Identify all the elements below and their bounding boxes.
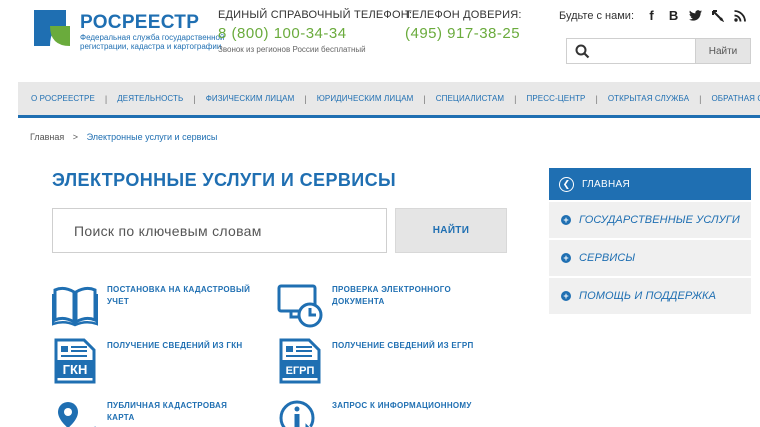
plus-icon: + (561, 215, 571, 225)
nav-item-press-center[interactable]: ПРЕСС-ЦЕНТР (527, 94, 586, 103)
rosreestr-logo-icon (34, 10, 70, 46)
breadcrumb: Главная > Электронные услуги и сервисы (30, 132, 217, 142)
egrp-document-icon: ЕГРП (279, 338, 321, 384)
livejournal-icon[interactable] (711, 9, 725, 22)
sidebar-item-label: СЕРВИСЫ (579, 252, 636, 264)
helpline-note: Звонок из регионов России бесплатный (218, 45, 366, 54)
main-search-input[interactable]: Поиск по ключевым словам (52, 208, 387, 253)
service-document-check[interactable]: ПРОВЕРКА ЭЛЕКТРОННОГО ДОКУМЕНТА (277, 282, 451, 328)
helpline-number[interactable]: 8 (800) 100-34-34 (218, 25, 412, 42)
chevron-left-icon: ❮ (559, 176, 574, 192)
sidebar-item-services[interactable]: + СЕРВИСЫ (549, 240, 751, 276)
gkn-document-icon: ГКН (54, 338, 96, 384)
sidebar-item-help[interactable]: + ПОМОЩЬ И ПОДДЕРЖКА (549, 278, 751, 314)
nav-item-individuals[interactable]: ФИЗИЧЕСКИМ ЛИЦАМ (206, 94, 295, 103)
trust-phone-number[interactable]: (495) 917-38-25 (405, 25, 522, 42)
nav-item-specialists[interactable]: СПЕЦИАЛИСТАМ (436, 94, 504, 103)
header-search-button[interactable]: Найти (695, 39, 750, 63)
sidebar-item-state-services[interactable]: + ГОСУДАРСТВЕННЫЕ УСЛУГИ (549, 202, 751, 238)
nav-separator: | (193, 93, 196, 104)
page-title: ЭЛЕКТРОННЫЕ УСЛУГИ И СЕРВИСЫ (52, 170, 397, 190)
vk-icon[interactable]: B (667, 8, 680, 23)
service-label: ПУБЛИЧНАЯ КАДАСТРОВАЯ КАРТА (107, 401, 228, 422)
service-label: ПОЛУЧЕНИЕ СВЕДЕНИЙ ИЗ ГКН (107, 341, 243, 350)
helpline-block: ЕДИНЫЙ СПРАВОЧНЫЙ ТЕЛЕФОН: 8 (800) 100-3… (218, 9, 412, 54)
sidebar-item-label: ГЛАВНАЯ (582, 178, 630, 190)
service-label: ЗАПРОС К ИНФОРМАЦИОННОМУ (332, 401, 472, 410)
social-label: Будьте с нами: (559, 9, 635, 22)
trust-phone-block: ТЕЛЕФОН ДОВЕРИЯ: (495) 917-38-25 (405, 9, 522, 42)
nav-item-about[interactable]: О РОСРЕЕСТРЕ (31, 94, 95, 103)
main-search-button[interactable]: НАЙТИ (395, 208, 507, 253)
service-gkn-info[interactable]: ГКН ПОЛУЧЕНИЕ СВЕДЕНИЙ ИЗ ГКН (52, 338, 242, 384)
sidebar-item-home[interactable]: ❮ ГЛАВНАЯ (549, 168, 751, 200)
nav-separator: | (514, 93, 517, 104)
breadcrumb-separator: > (72, 132, 79, 142)
sidebar-menu: ❮ ГЛАВНАЯ + ГОСУДАРСТВЕННЫЕ УСЛУГИ + СЕР… (549, 168, 751, 314)
plus-icon: + (561, 291, 571, 301)
sidebar-item-label: ГОСУДАРСТВЕННЫЕ УСЛУГИ (579, 214, 740, 226)
service-cadastral-map[interactable]: ПУБЛИЧНАЯ КАДАСТРОВАЯ КАРТА (52, 398, 227, 427)
breadcrumb-home[interactable]: Главная (30, 132, 64, 142)
social-links: Будьте с нами: f B (559, 8, 746, 23)
nav-item-feedback[interactable]: ОБРАТНАЯ СВЯЗЬ (711, 94, 760, 103)
main-nav: О РОСРЕЕСТРЕ | ДЕЯТЕЛЬНОСТЬ | ФИЗИЧЕСКИМ… (18, 82, 760, 118)
nav-separator: | (104, 93, 108, 104)
service-label: ПОСТАНОВКА НА КАДАСТРОВЫЙ УЧЕТ (107, 285, 251, 306)
header-search: Найти (566, 38, 751, 64)
nav-separator: | (423, 93, 426, 104)
service-info-request[interactable]: ЗАПРОС К ИНФОРМАЦИОННОМУ (277, 398, 471, 427)
svg-text:ГКН: ГКН (63, 362, 88, 377)
trust-phone-label: ТЕЛЕФОН ДОВЕРИЯ: (405, 9, 522, 21)
svg-text:ЕГРП: ЕГРП (286, 365, 315, 377)
helpline-label: ЕДИНЫЙ СПРАВОЧНЫЙ ТЕЛЕФОН: (218, 9, 413, 21)
nav-separator: | (595, 93, 598, 104)
plus-icon: + (561, 253, 571, 263)
monitor-clock-icon (277, 284, 323, 328)
facebook-icon[interactable]: f (645, 8, 658, 23)
map-pin-icon (58, 402, 96, 427)
book-icon (52, 286, 98, 327)
header-search-input[interactable] (567, 39, 695, 63)
nav-item-activity[interactable]: ДЕЯТЕЛЬНОСТЬ (117, 94, 183, 103)
search-icon (575, 44, 590, 59)
info-cursor-icon (279, 400, 315, 427)
service-cadastral-registration[interactable]: ПОСТАНОВКА НА КАДАСТРОВЫЙ УЧЕТ (52, 282, 250, 328)
nav-separator: | (699, 93, 702, 104)
nav-item-open-service[interactable]: ОТКРЫТАЯ СЛУЖБА (608, 94, 689, 103)
logo-title: РОСРЕЕСТР (80, 12, 200, 33)
breadcrumb-current[interactable]: Электронные услуги и сервисы (87, 132, 218, 142)
nav-item-legal-entities[interactable]: ЮРИДИЧЕСКИМ ЛИЦАМ (317, 94, 414, 103)
twitter-icon[interactable] (689, 9, 703, 22)
sidebar-item-label: ПОМОЩЬ И ПОДДЕРЖКА (579, 290, 717, 302)
main-search: Поиск по ключевым словам НАЙТИ (52, 208, 507, 253)
service-egrp-info[interactable]: ЕГРП ПОЛУЧЕНИЕ СВЕДЕНИЙ ИЗ ЕГРП (277, 338, 473, 384)
service-label: ПОЛУЧЕНИЕ СВЕДЕНИЙ ИЗ ЕГРП (332, 341, 474, 350)
nav-separator: | (304, 93, 307, 104)
rss-icon[interactable] (733, 9, 746, 22)
logo-subtitle: Федеральная служба государственной регис… (80, 33, 225, 51)
logo[interactable]: РОСРЕЕСТР Федеральная служба государстве… (30, 6, 224, 66)
service-label: ПРОВЕРКА ЭЛЕКТРОННОГО ДОКУМЕНТА (332, 285, 452, 306)
